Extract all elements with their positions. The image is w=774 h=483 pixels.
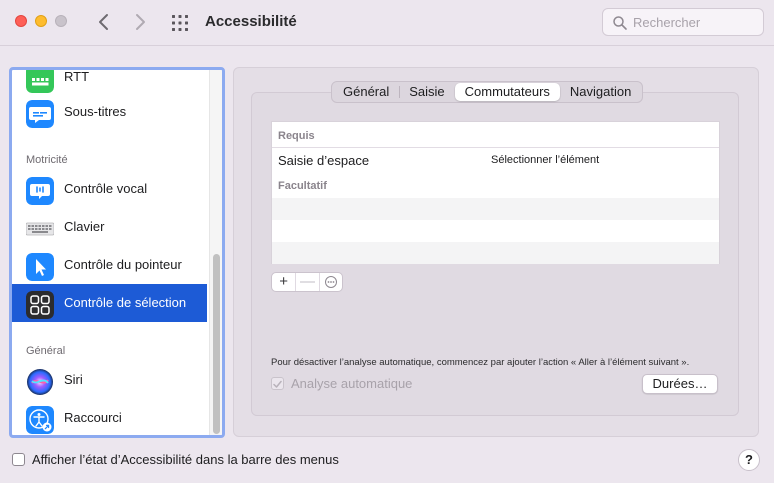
sidebar-item-siri[interactable]: Siri bbox=[12, 361, 207, 399]
voice-control-icon bbox=[26, 177, 54, 205]
switches-table: Requis Saisie d’espace Sélectionner l’él… bbox=[271, 121, 720, 264]
auto-scan-label: Analyse automatique bbox=[291, 376, 413, 391]
tab-general[interactable]: Général bbox=[333, 83, 399, 101]
sidebar-item-label: Sous-titres bbox=[64, 104, 127, 119]
sidebar-item-label: Contrôle de sélection bbox=[64, 295, 187, 310]
table-edit-controls: + — bbox=[271, 272, 343, 292]
minimize-window-button[interactable] bbox=[35, 15, 47, 27]
tab-saisie[interactable]: Saisie bbox=[399, 83, 454, 101]
help-button[interactable]: ? bbox=[738, 449, 760, 471]
ellipsis-circle-icon bbox=[324, 276, 337, 288]
auto-scan-hint: Pour désactiver l’analyse automatique, c… bbox=[271, 357, 690, 368]
menu-bar-status-label: Afficher l’état d’Accessibilité dans la … bbox=[32, 452, 339, 467]
section-header-motricite: Motricité bbox=[26, 154, 68, 166]
chevron-right-icon bbox=[136, 14, 145, 30]
section-header-general: Général bbox=[26, 345, 66, 357]
sidebar: RTT Sous-titres Motricité Contrôle vocal… bbox=[9, 67, 225, 438]
menu-bar-status-checkbox[interactable] bbox=[12, 453, 25, 466]
table-row[interactable]: Saisie d’espace Sélectionner l’élément bbox=[272, 149, 719, 171]
show-all-button[interactable] bbox=[170, 13, 190, 33]
search-input[interactable] bbox=[633, 14, 758, 31]
sidebar-item-label: Contrôle du pointeur bbox=[64, 257, 182, 272]
window-title: Accessibilité bbox=[205, 13, 297, 30]
zoom-window-button[interactable] bbox=[55, 15, 67, 27]
sidebar-item-subtitles[interactable]: Sous-titres bbox=[12, 93, 207, 131]
sidebar-item-label: Raccourci bbox=[64, 410, 122, 425]
sidebar-item-shortcut[interactable]: Raccourci bbox=[12, 399, 207, 435]
remove-button[interactable]: — bbox=[295, 273, 318, 291]
more-options-button[interactable] bbox=[318, 273, 342, 291]
tab-commutateurs[interactable]: Commutateurs bbox=[454, 83, 560, 101]
accessibility-shortcut-icon bbox=[26, 406, 54, 434]
title-bar: Accessibilité bbox=[0, 0, 774, 46]
chevron-left-icon bbox=[99, 14, 108, 30]
durations-button[interactable]: Durées… bbox=[642, 374, 718, 394]
keyboard-icon bbox=[26, 222, 54, 236]
close-window-button[interactable] bbox=[15, 15, 27, 27]
switch-control-icon bbox=[26, 291, 54, 319]
grid-icon bbox=[172, 15, 188, 31]
table-row[interactable] bbox=[272, 242, 719, 264]
forward-button[interactable] bbox=[128, 10, 152, 34]
tab-navigation[interactable]: Navigation bbox=[560, 83, 641, 101]
sidebar-item-rtt[interactable]: RTT bbox=[12, 69, 207, 96]
sidebar-item-voice-control[interactable]: Contrôle vocal bbox=[12, 170, 207, 208]
sidebar-item-label: Contrôle vocal bbox=[64, 181, 148, 196]
switch-action[interactable]: Sélectionner l’élément bbox=[491, 154, 599, 166]
tab-bar: Général Saisie Commutateurs Navigation bbox=[331, 81, 644, 103]
group-label-required: Requis bbox=[278, 130, 315, 142]
group-label-optional: Facultatif bbox=[278, 180, 327, 192]
search-icon bbox=[613, 16, 627, 30]
auto-scan-checkbox[interactable] bbox=[271, 377, 284, 390]
siri-icon bbox=[27, 369, 53, 395]
sidebar-scrollbar-thumb[interactable] bbox=[213, 254, 220, 434]
add-button[interactable]: + bbox=[272, 273, 295, 291]
switch-name: Saisie d’espace bbox=[278, 153, 370, 168]
subtitles-icon bbox=[26, 100, 54, 128]
table-row[interactable] bbox=[272, 198, 719, 220]
back-button[interactable] bbox=[92, 10, 116, 34]
checkmark-icon bbox=[273, 380, 282, 388]
rtt-keyboard-icon bbox=[26, 70, 54, 93]
sidebar-item-label: Clavier bbox=[64, 219, 105, 234]
sidebar-item-keyboard[interactable]: Clavier bbox=[12, 208, 207, 246]
sidebar-item-label: Siri bbox=[64, 372, 83, 387]
pointer-icon bbox=[26, 253, 54, 281]
sidebar-item-switch-control[interactable]: Contrôle de sélection bbox=[12, 284, 207, 322]
sidebar-item-label: RTT bbox=[64, 69, 90, 84]
table-group-header: Requis bbox=[272, 122, 719, 148]
sidebar-item-pointer-control[interactable]: Contrôle du pointeur bbox=[12, 246, 207, 284]
search-field[interactable] bbox=[602, 8, 764, 36]
